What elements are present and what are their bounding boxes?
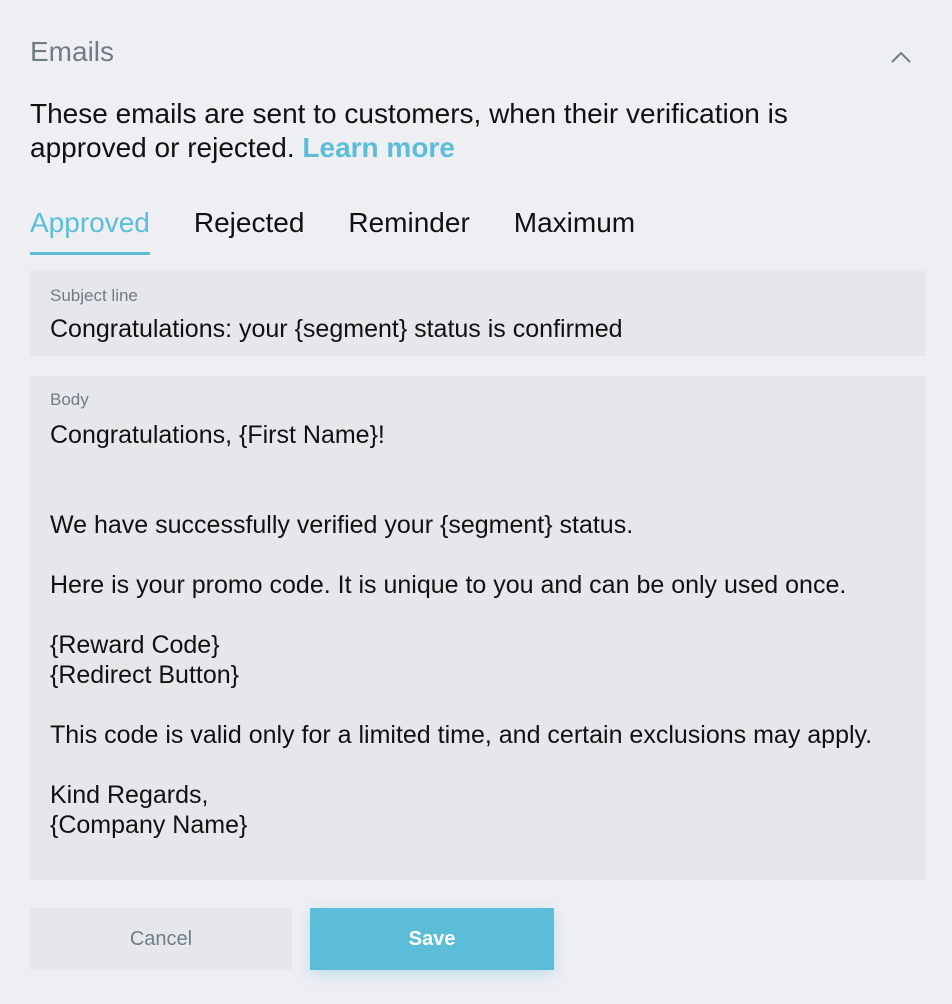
collapse-button[interactable] (884, 40, 918, 74)
email-tabs: Approved Rejected Reminder Maximum (30, 205, 679, 257)
body-field[interactable]: Body Congratulations, {First Name}! We h… (30, 376, 926, 880)
cancel-button[interactable]: Cancel (30, 908, 292, 970)
tab-rejected[interactable]: Rejected (194, 205, 305, 255)
tab-maximum[interactable]: Maximum (514, 205, 635, 255)
body-line (50, 750, 906, 780)
subject-line-input[interactable]: Congratulations: your {segment} status i… (50, 314, 906, 344)
body-textarea[interactable]: Congratulations, {First Name}! We have s… (50, 420, 906, 840)
body-line (50, 690, 906, 720)
body-line (50, 450, 906, 480)
body-line: Congratulations, {First Name}! (50, 421, 385, 449)
subject-line-field[interactable]: Subject line Congratulations: your {segm… (30, 270, 926, 356)
section-description: These emails are sent to customers, when… (30, 97, 910, 165)
body-line (50, 480, 906, 510)
body-label: Body (50, 390, 89, 409)
body-line: Here is your promo code. It is unique to… (50, 571, 847, 599)
learn-more-link[interactable]: Learn more (302, 132, 455, 163)
body-line: {Reward Code} (50, 631, 220, 659)
body-line (50, 600, 906, 630)
body-line: This code is valid only for a limited ti… (50, 721, 873, 749)
chevron-up-icon (891, 51, 911, 63)
tab-approved[interactable]: Approved (30, 205, 150, 255)
body-line (50, 540, 906, 570)
body-line: We have successfully verified your {segm… (50, 511, 634, 539)
body-line: Kind Regards, (50, 781, 209, 809)
body-line: {Company Name} (50, 811, 248, 839)
form-actions: Cancel Save (30, 908, 554, 970)
save-button[interactable]: Save (310, 908, 554, 970)
emails-panel: Emails These emails are sent to customer… (0, 0, 952, 1004)
section-title: Emails (30, 36, 115, 67)
body-line: {Redirect Button} (50, 661, 240, 689)
subject-line-label: Subject line (50, 286, 138, 305)
tab-reminder[interactable]: Reminder (348, 205, 469, 255)
